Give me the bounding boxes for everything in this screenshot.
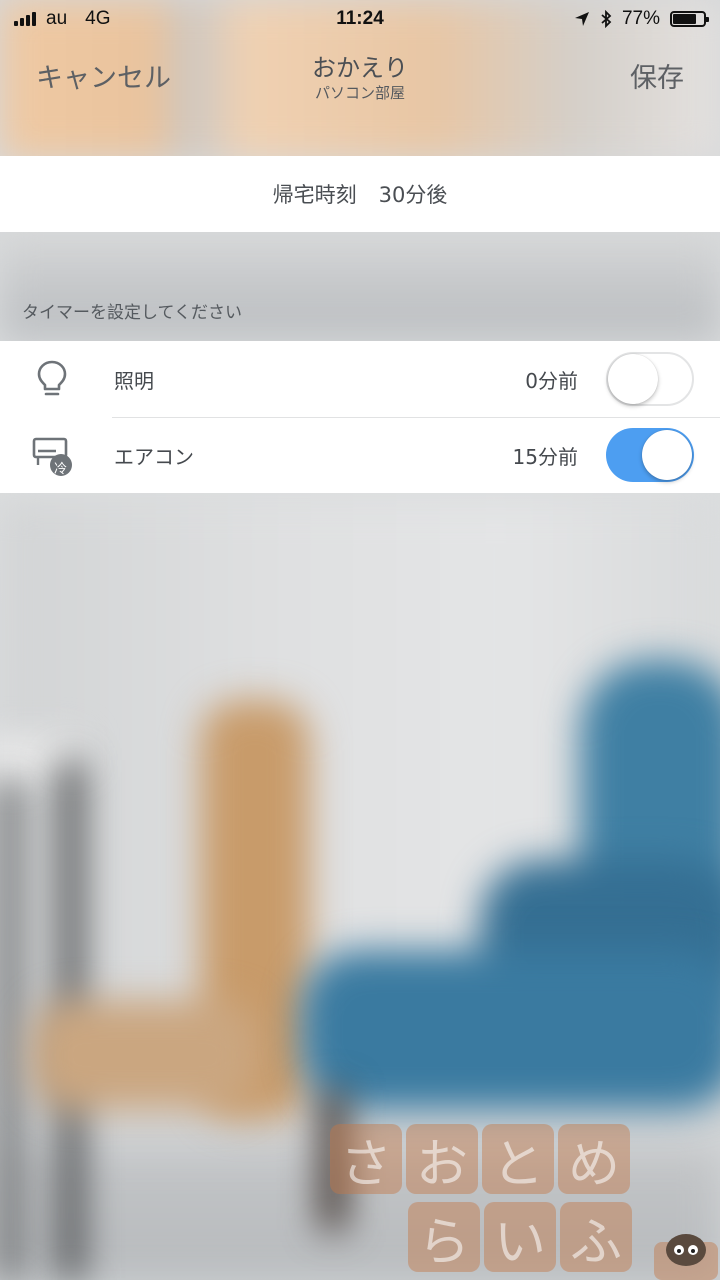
network-label: 4G [85,8,111,29]
toggle-knob [642,430,692,480]
bluetooth-icon [601,10,612,28]
return-time-label: 帰宅時刻 [272,183,357,207]
timer-value[interactable]: 0分前 [525,365,578,394]
device-label: 照明 [114,368,154,393]
signal-icon [14,12,36,26]
lightbulb-icon [24,351,80,407]
watermark-char: ら [408,1202,480,1273]
watermark-char: さ [330,1124,402,1195]
carrier-label: au [46,8,68,29]
page-subtitle: パソコン部屋 [314,84,405,102]
return-time-value: 30分後 [378,183,448,207]
toggle-knob [608,354,658,404]
lighting-toggle[interactable] [606,352,694,406]
section-header: タイマーを設定してください [22,303,242,323]
watermark-char: お [406,1124,478,1195]
aircon-toggle[interactable] [606,428,694,482]
device-label: エアコン [114,444,194,469]
battery-icon [670,11,709,27]
device-timer-list: 照明 0分前 冷 エアコン 15分前 [0,341,720,493]
location-arrow-icon [574,12,589,26]
status-bar: au 4G 11:24 77% [0,0,720,38]
list-item-aircon[interactable]: 冷 エアコン 15分前 [0,417,720,493]
battery-percent: 77% [621,8,660,29]
watermark-logo: さ お と め ら い ふ [330,1124,720,1280]
watermark-char: い [484,1202,556,1273]
mascot-icon [654,1234,718,1280]
watermark-char: め [558,1124,630,1195]
air-conditioner-icon: 冷 [24,427,80,483]
list-item-lighting[interactable]: 照明 0分前 [0,341,720,417]
cooling-badge: 冷 [54,462,68,477]
watermark-char: と [482,1124,554,1195]
navigation-bar: キャンセル おかえり パソコン部屋 保存 [0,38,720,156]
watermark-char: ふ [560,1202,632,1273]
return-time-row[interactable]: 帰宅時刻 30分後 [0,156,720,232]
save-button[interactable]: 保存 [630,56,684,95]
page-title: おかえり [312,54,408,82]
timer-value[interactable]: 15分前 [513,441,578,470]
